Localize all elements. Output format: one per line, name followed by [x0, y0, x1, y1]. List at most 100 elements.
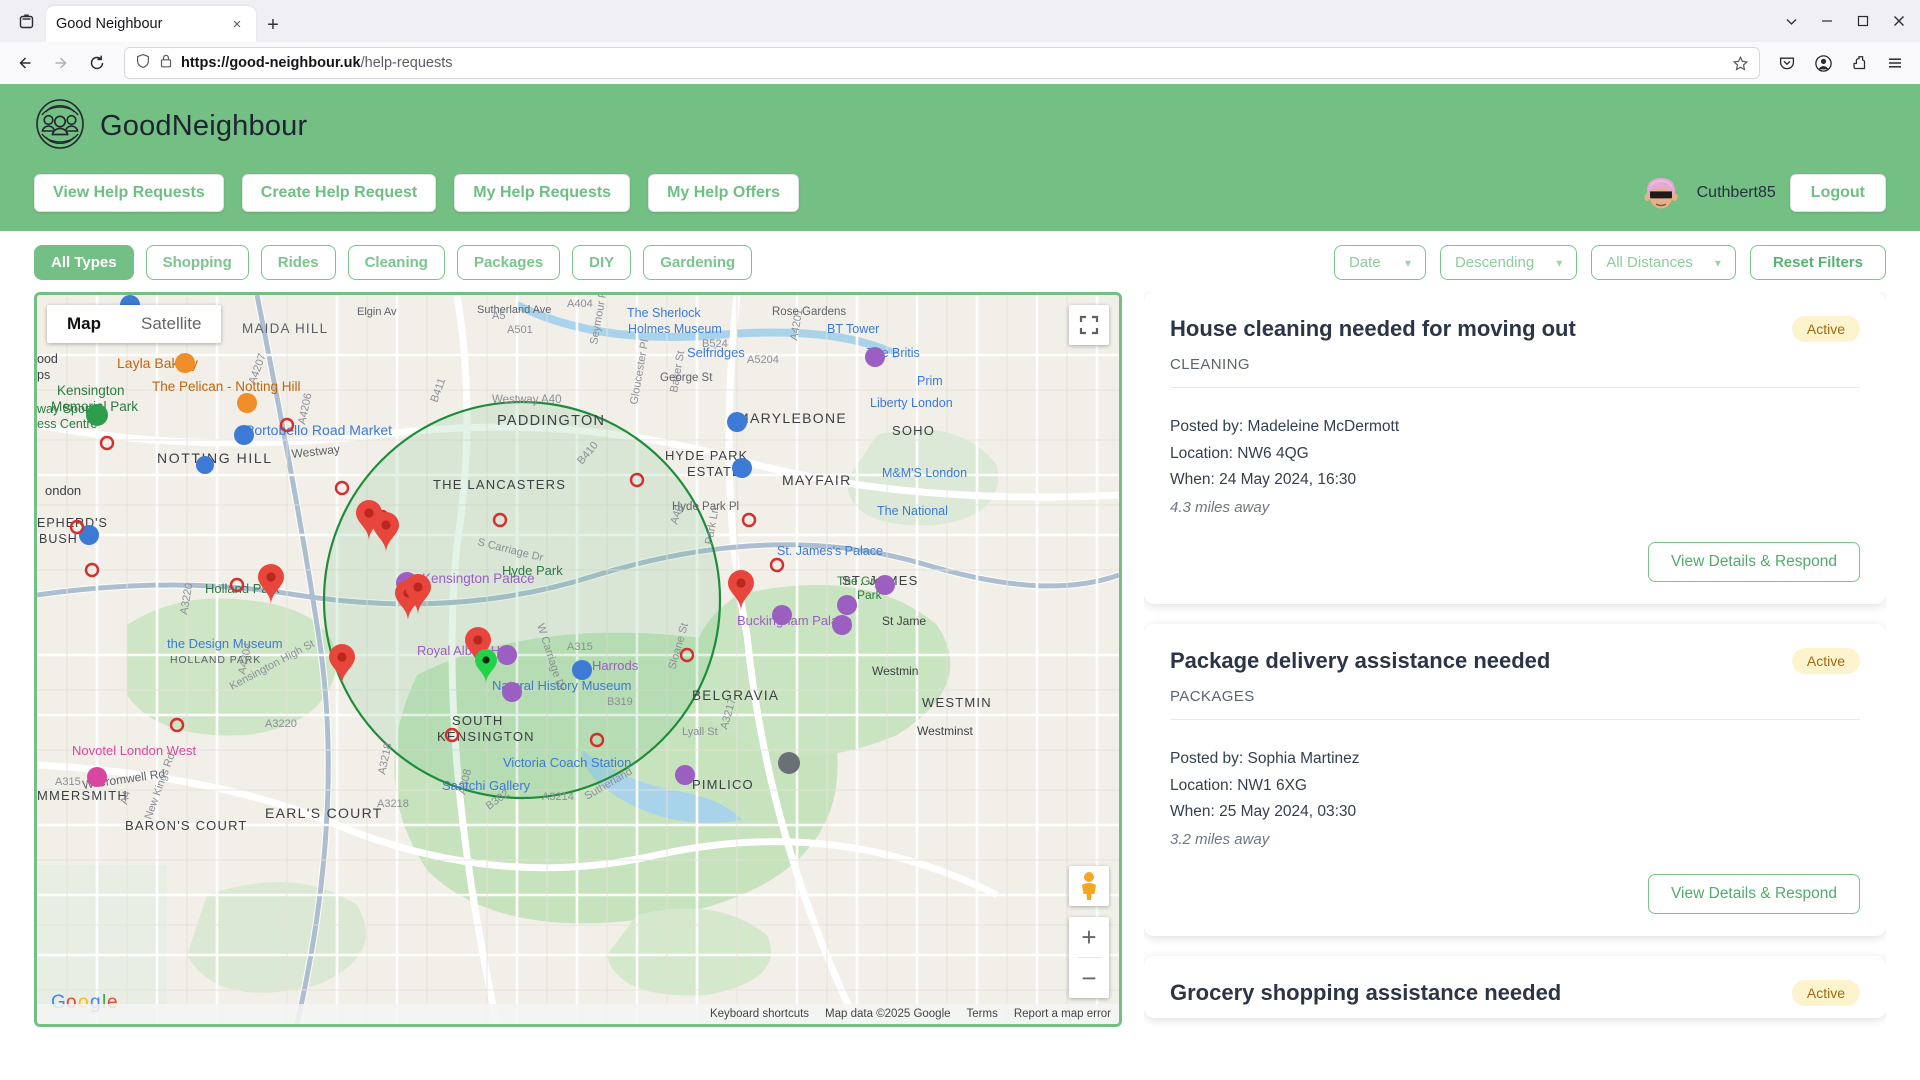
- distance-select[interactable]: All Distances ▾: [1591, 245, 1736, 280]
- filter-chip-all-types[interactable]: All Types: [34, 245, 134, 280]
- request-location: Location: NW1 6XG: [1170, 776, 1307, 794]
- map-marker-user-location[interactable]: [473, 647, 499, 690]
- map-marker-help-request[interactable]: [327, 642, 357, 691]
- request-title: Grocery shopping assistance needed: [1170, 979, 1562, 1005]
- forward-icon[interactable]: [44, 46, 78, 80]
- street-view-pegman-icon[interactable]: [1069, 866, 1109, 906]
- view-details-button[interactable]: View Details & Respond: [1648, 873, 1860, 914]
- toolbar-right-icons: [1770, 46, 1912, 80]
- extensions-icon[interactable]: [1842, 46, 1876, 80]
- map-zoom-controls[interactable]: + −: [1069, 917, 1109, 998]
- app-menu-icon[interactable]: [1878, 46, 1912, 80]
- svg-text:Novotel London West: Novotel London West: [72, 743, 196, 758]
- sort-direction-select[interactable]: Descending ▾: [1439, 245, 1578, 280]
- map-type-map[interactable]: Map: [47, 305, 121, 343]
- url-path: /help-requests: [360, 55, 453, 71]
- svg-text:ps: ps: [37, 368, 50, 382]
- help-request-card[interactable]: Package delivery assistance needed Activ…: [1144, 623, 1886, 936]
- zoom-out-button[interactable]: −: [1069, 958, 1109, 998]
- svg-text:WESTMIN: WESTMIN: [922, 695, 992, 710]
- request-title: Package delivery assistance needed: [1170, 647, 1551, 673]
- close-window-icon[interactable]: [1882, 4, 1916, 38]
- nav-create-help-request[interactable]: Create Help Request: [241, 174, 437, 212]
- svg-text:M&M'S London: M&M'S London: [882, 466, 967, 480]
- window-controls: [1774, 4, 1916, 38]
- back-icon[interactable]: [8, 46, 42, 80]
- browser-chrome: Good Neighbour × + https://good-neighbou…: [0, 0, 1920, 84]
- close-tab-icon[interactable]: ×: [228, 17, 246, 32]
- svg-text:B524: B524: [702, 338, 728, 350]
- sort-direction-value: Descending: [1454, 254, 1535, 271]
- terms-link[interactable]: Terms: [967, 1008, 998, 1020]
- svg-text:Lyall St: Lyall St: [682, 726, 718, 738]
- zoom-in-button[interactable]: +: [1069, 917, 1109, 957]
- list-all-tabs-icon[interactable]: [6, 0, 46, 42]
- filter-chip-shopping[interactable]: Shopping: [145, 245, 249, 280]
- map-marker-help-request[interactable]: [371, 510, 401, 559]
- svg-text:EARL'S COURT: EARL'S COURT: [265, 805, 383, 821]
- svg-text:ood: ood: [37, 352, 58, 366]
- nav-my-help-offers[interactable]: My Help Offers: [648, 174, 799, 212]
- bookmark-star-icon[interactable]: [1732, 55, 1749, 72]
- map-type-toggle[interactable]: Map Satellite: [47, 305, 222, 343]
- map-panel[interactable]: Sainsbury's MAIDA HILL Elgin Av Sutherla…: [34, 292, 1122, 1027]
- svg-text:Holmes Museum: Holmes Museum: [628, 322, 722, 336]
- sort-field-value: Date: [1348, 254, 1381, 271]
- svg-text:Westway A40: Westway A40: [492, 394, 561, 406]
- maximize-window-icon[interactable]: [1846, 4, 1880, 38]
- pocket-icon[interactable]: [1770, 46, 1804, 80]
- filter-chip-gardening[interactable]: Gardening: [643, 245, 753, 280]
- chevron-down-icon: ▾: [1556, 255, 1563, 270]
- filter-chip-cleaning[interactable]: Cleaning: [347, 245, 445, 280]
- reset-filters-button[interactable]: Reset Filters: [1749, 245, 1886, 280]
- url-text: https://good-neighbour.uk/help-requests: [181, 55, 453, 71]
- map-canvas[interactable]: Sainsbury's MAIDA HILL Elgin Av Sutherla…: [37, 295, 1119, 1024]
- status-badge: Active: [1791, 647, 1860, 674]
- report-map-error-link[interactable]: Report a map error: [1014, 1008, 1111, 1020]
- filter-chip-rides[interactable]: Rides: [260, 245, 336, 280]
- svg-text:A315: A315: [567, 641, 593, 653]
- brand[interactable]: GoodNeighbour: [34, 98, 1886, 155]
- help-request-card[interactable]: Grocery shopping assistance needed Activ…: [1144, 955, 1886, 1018]
- svg-text:BT Tower: BT Tower: [827, 322, 879, 336]
- shield-icon[interactable]: [135, 53, 151, 74]
- sort-field-select[interactable]: Date ▾: [1333, 245, 1426, 280]
- svg-text:BUSH: BUSH: [39, 532, 78, 546]
- browser-tab[interactable]: Good Neighbour ×: [46, 6, 256, 42]
- chevron-down-icon[interactable]: [1774, 4, 1808, 38]
- svg-text:MMERSMITH: MMERSMITH: [37, 788, 128, 803]
- map-data-credit: Map data ©2025 Google: [825, 1008, 951, 1020]
- map-marker-help-request[interactable]: [256, 562, 286, 611]
- view-details-button[interactable]: View Details & Respond: [1648, 541, 1860, 582]
- minimize-window-icon[interactable]: [1810, 4, 1844, 38]
- app-header: GoodNeighbour View Help Requests Create …: [0, 84, 1920, 231]
- reload-icon[interactable]: [80, 46, 114, 80]
- url-bar[interactable]: https://good-neighbour.uk/help-requests: [124, 47, 1760, 79]
- account-icon[interactable]: [1806, 46, 1840, 80]
- svg-text:SOUTH: SOUTH: [452, 713, 504, 728]
- filter-chip-packages[interactable]: Packages: [456, 245, 561, 280]
- svg-text:A5204: A5204: [747, 354, 779, 366]
- nav-my-help-requests[interactable]: My Help Requests: [454, 174, 631, 212]
- avatar[interactable]: [1638, 171, 1683, 215]
- type-filter-chips: All Types Shopping Rides Cleaning Packag…: [34, 245, 753, 280]
- map-type-satellite[interactable]: Satellite: [121, 305, 221, 343]
- fullscreen-icon[interactable]: [1069, 305, 1109, 345]
- card-header: Grocery shopping assistance needed Activ…: [1170, 979, 1860, 1006]
- svg-text:B319: B319: [607, 696, 633, 708]
- filter-chip-diy[interactable]: DIY: [572, 245, 632, 280]
- request-posted-by: Posted by: Madeleine McDermott: [1170, 418, 1400, 435]
- card-footer: View Details & Respond: [1170, 541, 1860, 582]
- logout-button[interactable]: Logout: [1789, 174, 1886, 212]
- map-attribution: Keyboard shortcuts Map data ©2025 Google…: [37, 1004, 1119, 1024]
- new-tab-icon[interactable]: +: [256, 8, 290, 42]
- request-location: Location: NW6 4QG: [1170, 444, 1309, 462]
- request-meta: Posted by: Sophia Martinez Location: NW1…: [1170, 746, 1860, 826]
- request-when: When: 25 May 2024, 03:30: [1170, 803, 1357, 821]
- svg-text:The National: The National: [877, 504, 948, 518]
- map-marker-help-request[interactable]: [726, 568, 756, 617]
- nav-view-help-requests[interactable]: View Help Requests: [34, 174, 224, 212]
- help-request-card[interactable]: House cleaning needed for moving out Act…: [1144, 292, 1886, 604]
- keyboard-shortcuts-link[interactable]: Keyboard shortcuts: [710, 1008, 809, 1020]
- map-marker-help-request[interactable]: [403, 572, 433, 621]
